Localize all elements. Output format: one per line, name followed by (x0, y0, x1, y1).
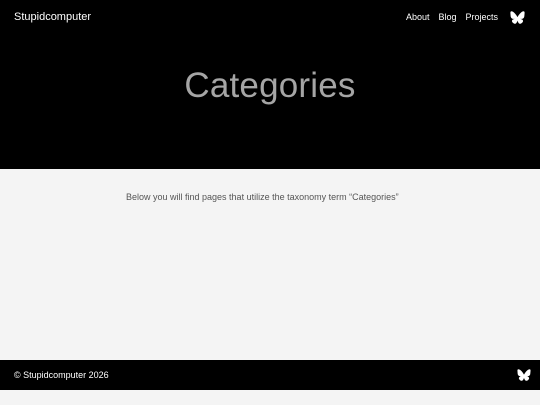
footer-bluesky-butterfly-icon[interactable] (517, 368, 531, 386)
nav-projects[interactable]: Projects (465, 12, 498, 22)
main-content: Below you will find pages that utilize t… (0, 169, 540, 360)
site-title-link[interactable]: Stupidcomputer (14, 11, 91, 23)
nav-about[interactable]: About (406, 12, 430, 22)
site-footer: © Stupidcomputer 2026 (0, 360, 540, 390)
taxonomy-intro-text: Below you will find pages that utilize t… (126, 192, 399, 202)
copyright-text: © Stupidcomputer 2026 (14, 370, 109, 380)
page-title: Categories (184, 66, 356, 105)
main-nav: About Blog Projects (406, 12, 498, 22)
bluesky-butterfly-icon[interactable] (510, 11, 525, 29)
nav-blog[interactable]: Blog (438, 12, 456, 22)
hero-header: Stupidcomputer About Blog Projects Categ… (0, 0, 540, 169)
